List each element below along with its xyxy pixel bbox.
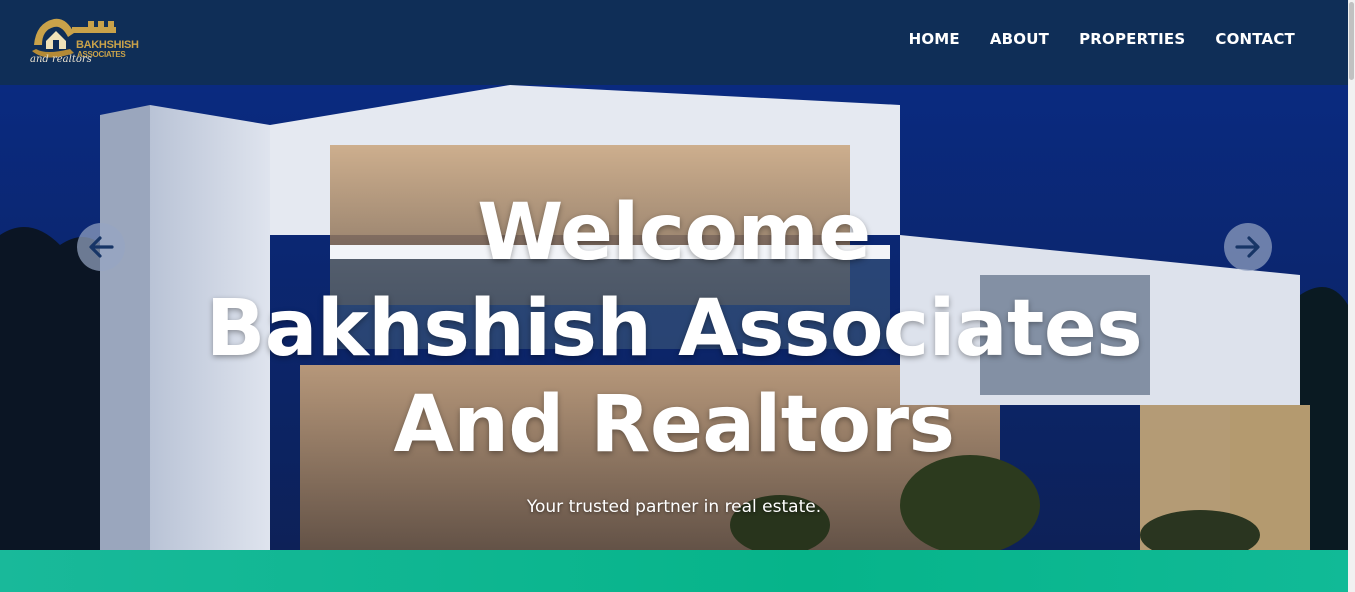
hero-carousel: Welcome Bakhshish Associates And Realtor… [0,85,1348,550]
hero-subtitle: Your trusted partner in real estate. [526,497,822,517]
hero-title-line-1: Welcome [477,188,871,278]
arrow-left-icon [89,236,114,258]
arrow-right-icon [1235,236,1260,258]
navbar: BAKHSHISH ASSOCIATES and realtors HOME A… [0,0,1348,85]
page-scrollbar[interactable] [1348,0,1355,592]
carousel-prev-button[interactable] [77,223,125,271]
nav-home-link[interactable]: HOME [909,30,960,48]
scrollbar-thumb[interactable] [1349,2,1354,80]
site-logo[interactable]: BAKHSHISH ASSOCIATES and realtors [26,11,139,69]
hero-title-line-3: And Realtors [393,380,956,470]
hero-title-line-2: Bakhshish Associates [205,284,1143,374]
nav-properties-link[interactable]: PROPERTIES [1079,30,1185,48]
main-nav: HOME ABOUT PROPERTIES CONTACT [909,30,1295,48]
nav-about-link[interactable]: ABOUT [990,30,1049,48]
hero-title: Welcome Bakhshish Associates And Realtor… [0,185,1348,473]
hero-text: Welcome Bakhshish Associates And Realtor… [0,185,1348,517]
carousel-next-button[interactable] [1224,223,1272,271]
section-band [0,550,1348,592]
logo-script-text: and realtors [30,54,92,65]
nav-contact-link[interactable]: CONTACT [1215,30,1295,48]
